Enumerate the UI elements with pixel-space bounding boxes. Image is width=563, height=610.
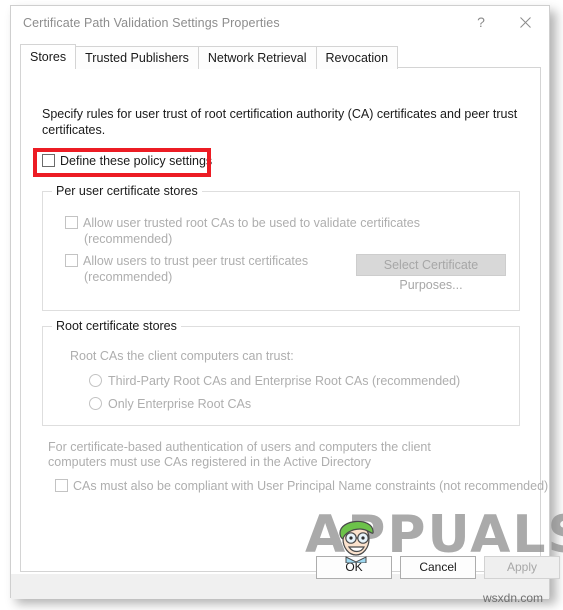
close-button[interactable] bbox=[505, 6, 545, 38]
apply-button: Apply bbox=[484, 556, 560, 579]
checkbox-box[interactable] bbox=[65, 254, 78, 267]
radio-only-enterprise-root-cas-label: Only Enterprise Root CAs bbox=[108, 397, 252, 411]
select-certificate-purposes-button[interactable]: Select Certificate Purposes... bbox=[356, 254, 506, 292]
define-policy-settings-label: Define these policy settings bbox=[60, 154, 213, 168]
ok-button[interactable]: OK bbox=[316, 556, 392, 579]
source-watermark: wsxdn.com bbox=[483, 591, 544, 605]
close-icon bbox=[519, 16, 531, 28]
per-user-group-title: Per user certificate stores bbox=[52, 184, 202, 198]
allow-users-trust-peer-checkbox[interactable]: Allow users to trust peer trust certific… bbox=[65, 254, 308, 269]
checkbox-box[interactable] bbox=[65, 216, 78, 229]
title-bar: Certificate Path Validation Settings Pro… bbox=[11, 6, 549, 42]
window-title: Certificate Path Validation Settings Pro… bbox=[23, 16, 280, 30]
tab-revocation[interactable]: Revocation bbox=[315, 46, 399, 69]
dialog-button-bar: OK Cancel Apply bbox=[11, 556, 560, 599]
radio-circle[interactable] bbox=[89, 397, 102, 410]
radio-third-party-root-cas[interactable]: Third-Party Root CAs and Enterprise Root… bbox=[89, 374, 460, 389]
tab-network-retrieval[interactable]: Network Retrieval bbox=[197, 46, 317, 69]
tab-trusted-publishers[interactable]: Trusted Publishers bbox=[75, 46, 199, 69]
allow-users-trust-peer-label: Allow users to trust peer trust certific… bbox=[83, 254, 309, 268]
intro-text: Specify rules for user trust of root cer… bbox=[42, 107, 518, 137]
allow-user-trusted-root-cas-label: Allow user trusted root CAs to be used t… bbox=[83, 216, 420, 230]
checkbox-box[interactable] bbox=[42, 154, 55, 167]
per-user-certificate-stores-group: Per user certificate stores Allow user t… bbox=[42, 184, 520, 311]
root-certificate-stores-group: Root certificate stores Root CAs the cli… bbox=[42, 319, 520, 426]
stores-tab-panel: Specify rules for user trust of root cer… bbox=[20, 67, 548, 572]
upn-constraints-checkbox[interactable]: CAs must also be compliant with User Pri… bbox=[55, 479, 548, 494]
help-button[interactable]: ? bbox=[461, 6, 501, 38]
dialog-window: Certificate Path Validation Settings Pro… bbox=[10, 5, 560, 599]
root-cas-prompt: Root CAs the client computers can trust: bbox=[70, 349, 294, 363]
radio-third-party-root-cas-label: Third-Party Root CAs and Enterprise Root… bbox=[108, 374, 461, 388]
allow-user-trusted-root-cas-sublabel: (recommended) bbox=[84, 232, 173, 246]
checkbox-box[interactable] bbox=[55, 479, 68, 492]
tab-strip[interactable]: Stores Trusted Publishers Network Retrie… bbox=[20, 44, 399, 69]
active-directory-footnote: For certificate-based authentication of … bbox=[48, 440, 508, 470]
allow-users-trust-peer-sublabel: (recommended) bbox=[84, 270, 173, 284]
radio-only-enterprise-root-cas[interactable]: Only Enterprise Root CAs bbox=[89, 397, 251, 412]
cancel-button[interactable]: Cancel bbox=[400, 556, 476, 579]
allow-user-trusted-root-cas-checkbox[interactable]: Allow user trusted root CAs to be used t… bbox=[65, 216, 420, 231]
upn-constraints-label: CAs must also be compliant with User Pri… bbox=[73, 479, 549, 493]
footnote-line-2: computers must use CAs registered in the… bbox=[48, 455, 372, 469]
question-mark-icon: ? bbox=[477, 14, 485, 30]
footnote-line-1: For certificate-based authentication of … bbox=[48, 440, 431, 454]
radio-circle[interactable] bbox=[89, 374, 102, 387]
define-policy-settings-checkbox[interactable]: Define these policy settings bbox=[42, 154, 212, 169]
tab-stores[interactable]: Stores bbox=[20, 44, 77, 69]
root-group-title: Root certificate stores bbox=[52, 319, 181, 333]
